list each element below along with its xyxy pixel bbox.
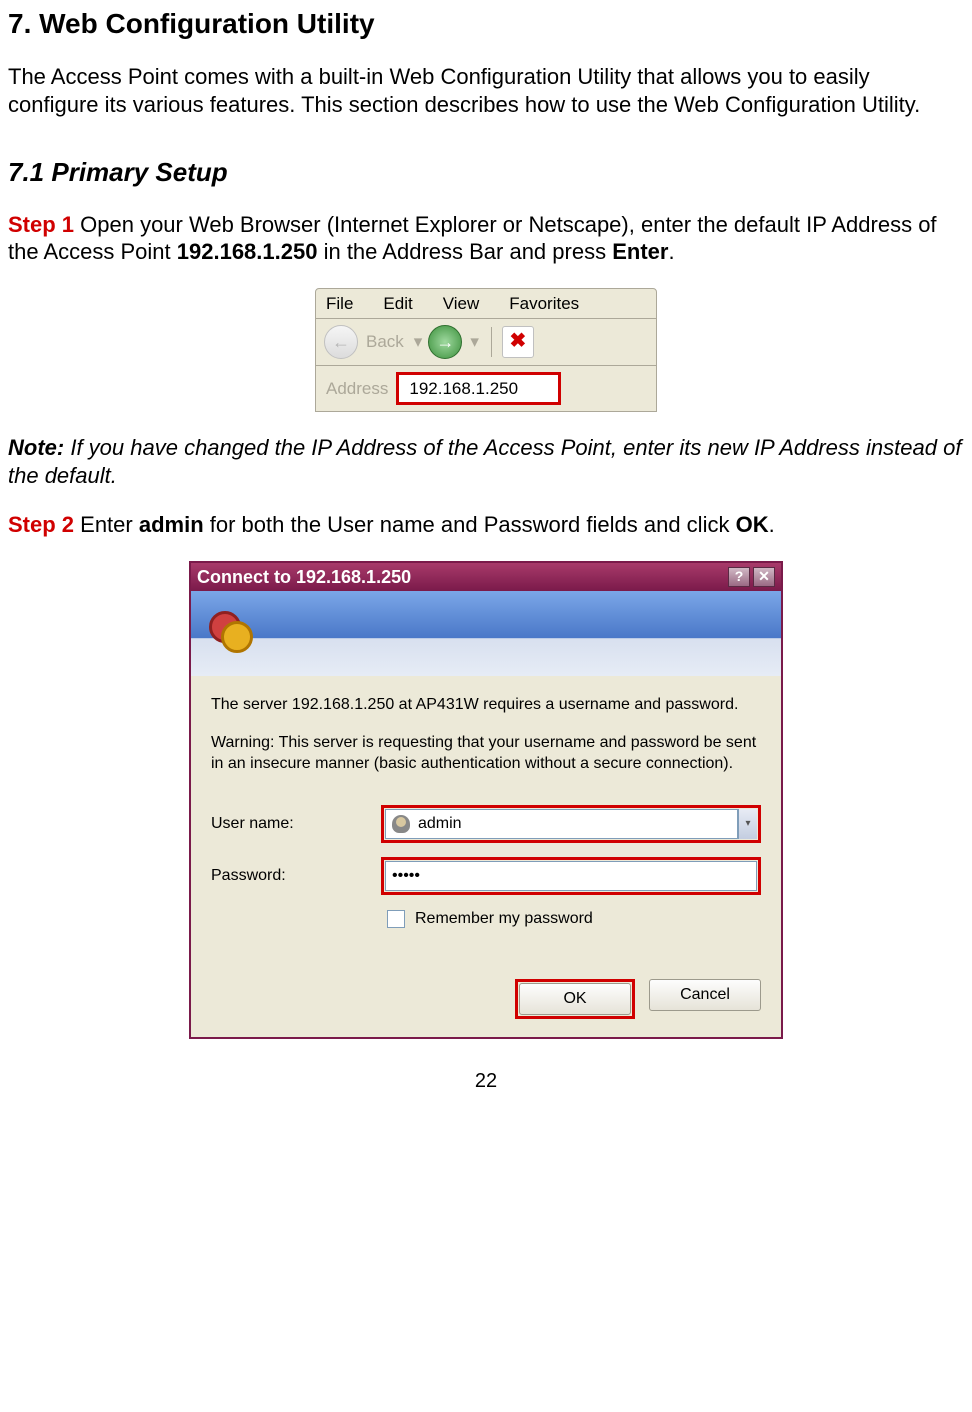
dialog-title: Connect to 192.168.1.250 — [197, 566, 411, 589]
stop-button[interactable]: ✖ — [502, 326, 534, 358]
back-dropdown-icon[interactable]: ▾ — [414, 331, 423, 352]
step2-ok: OK — [736, 512, 769, 537]
back-label: Back — [366, 331, 404, 352]
password-input[interactable]: ••••• — [385, 861, 757, 891]
username-input[interactable]: admin — [385, 809, 738, 839]
step1-ip: 192.168.1.250 — [177, 239, 318, 264]
help-button[interactable]: ? — [728, 567, 750, 587]
step2-text-a: Enter — [74, 512, 139, 537]
keys-icon — [209, 611, 255, 657]
password-highlight: ••••• — [381, 857, 761, 895]
auth-dialog: Connect to 192.168.1.250 ? ✕ The server … — [189, 561, 783, 1039]
subsection-heading: 7.1 Primary Setup — [8, 156, 964, 189]
browser-screenshot: File Edit View Favorites ← Back ▾ → ▾ ✖ … — [315, 288, 657, 413]
remember-label: Remember my password — [415, 909, 593, 929]
forward-dropdown-icon[interactable]: ▾ — [470, 331, 479, 352]
password-label: Password: — [211, 866, 381, 886]
dialog-text-1: The server 192.168.1.250 at AP431W requi… — [211, 694, 761, 716]
step2-text-c: . — [769, 512, 775, 537]
address-input[interactable]: 192.168.1.250 — [396, 372, 561, 405]
username-value: admin — [418, 814, 462, 834]
dialog-titlebar: Connect to 192.168.1.250 ? ✕ — [191, 563, 781, 592]
address-label: Address — [326, 378, 388, 399]
note-paragraph: Note: If you have changed the IP Address… — [8, 434, 964, 489]
browser-menu-bar: File Edit View Favorites — [316, 289, 656, 319]
back-button[interactable]: ← — [324, 325, 358, 359]
menu-favorites[interactable]: Favorites — [509, 293, 579, 314]
cancel-button[interactable]: Cancel — [649, 979, 761, 1011]
username-highlight: admin ▾ — [381, 805, 761, 843]
close-button[interactable]: ✕ — [753, 567, 775, 587]
note-label: Note: — [8, 435, 64, 460]
step2-text-b: for both the User name and Password fiel… — [204, 512, 736, 537]
step1-label: Step 1 — [8, 212, 74, 237]
ok-button[interactable]: OK — [519, 983, 631, 1015]
intro-paragraph: The Access Point comes with a built-in W… — [8, 63, 964, 118]
page-number: 22 — [8, 1069, 964, 1094]
menu-view[interactable]: View — [443, 293, 480, 314]
menu-edit[interactable]: Edit — [383, 293, 412, 314]
menu-file[interactable]: File — [326, 293, 353, 314]
username-label: User name: — [211, 814, 381, 834]
dialog-text-2: Warning: This server is requesting that … — [211, 732, 761, 775]
step2-admin: admin — [139, 512, 204, 537]
remember-checkbox[interactable] — [387, 910, 405, 928]
user-icon — [392, 815, 410, 833]
step1-text-b: in the Address Bar and press — [317, 239, 612, 264]
step1-enter: Enter — [612, 239, 668, 264]
step1-paragraph: Step 1 Open your Web Browser (Internet E… — [8, 211, 964, 266]
step2-label: Step 2 — [8, 512, 74, 537]
step2-paragraph: Step 2 Enter admin for both the User nam… — [8, 511, 964, 539]
browser-nav-toolbar: ← Back ▾ → ▾ ✖ — [316, 319, 656, 366]
ok-highlight: OK — [515, 979, 635, 1019]
forward-button[interactable]: → — [428, 325, 462, 359]
password-value: ••••• — [392, 866, 420, 886]
toolbar-separator — [491, 327, 492, 357]
note-text: If you have changed the IP Address of th… — [8, 435, 961, 488]
section-heading: 7. Web Configuration Utility — [8, 6, 964, 41]
dialog-banner — [191, 591, 781, 676]
step1-text-c: . — [668, 239, 674, 264]
dialog-body: The server 192.168.1.250 at AP431W requi… — [191, 676, 781, 805]
address-bar-row: Address 192.168.1.250 — [316, 366, 656, 411]
username-dropdown-icon[interactable]: ▾ — [738, 809, 757, 839]
